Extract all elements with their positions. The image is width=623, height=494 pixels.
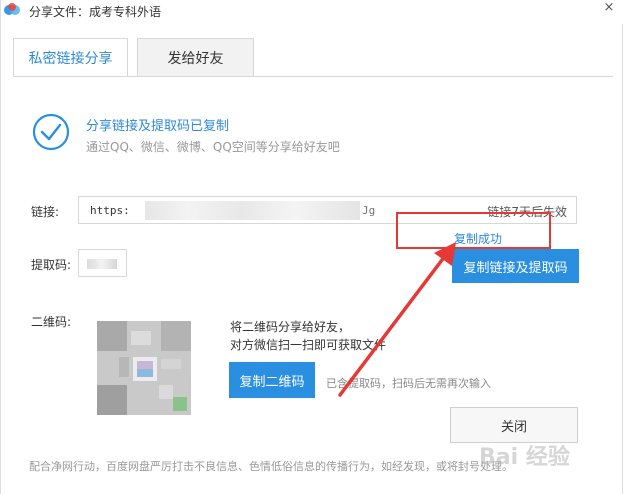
copy-success-text: 复制成功 (454, 232, 503, 246)
success-title: 分享链接及提取码已复制 (86, 119, 230, 134)
link-suffix: Jg (362, 204, 376, 217)
link-redacted (145, 201, 360, 220)
link-label: 链接: (31, 205, 60, 219)
qr-note: 已含提取码，扫码后无需再次输入 (326, 377, 491, 390)
tab-divider (13, 76, 613, 77)
footer-notice: 配合净网行动，百度网盘严厉打击不良信息、色情低俗信息的传播行为，如经发现，或将封… (29, 460, 513, 473)
code-redacted (87, 259, 117, 269)
close-button[interactable]: 关闭 (450, 407, 578, 443)
close-window-icon[interactable]: × (599, 0, 619, 16)
qr-code-image (89, 313, 199, 423)
title-bar: 分享文件：成考专科外语 × (1, 0, 623, 24)
tab-send-to-friend[interactable]: 发给好友 (137, 38, 254, 77)
qr-label: 二维码: (31, 315, 72, 329)
tab-private-link[interactable]: 私密链接分享 (13, 38, 128, 77)
qr-share-line-2: 对方微信扫一扫即可获取文件 (230, 338, 387, 352)
check-circle-icon (32, 113, 70, 151)
code-label: 提取码: (31, 258, 72, 272)
qr-share-line-1: 将二维码分享给好友， (230, 320, 351, 334)
link-prefix: https: (90, 204, 130, 217)
baidu-netdisk-logo-icon (4, 3, 20, 15)
extract-code-field[interactable] (78, 249, 127, 277)
copy-qr-button[interactable]: 复制二维码 (229, 362, 315, 398)
success-subtitle: 通过QQ、微信、微博、QQ空间等分享给好友吧 (86, 140, 340, 154)
watermark-text: Bai 经验 (479, 445, 570, 470)
window-title: 分享文件：成考专科外语 (29, 5, 162, 19)
copy-link-and-code-button[interactable]: 复制链接及提取码 (452, 249, 579, 283)
share-dialog: 分享文件：成考专科外语 × 私密链接分享 发给好友 分享链接及提取码已复制 通过… (0, 0, 623, 494)
